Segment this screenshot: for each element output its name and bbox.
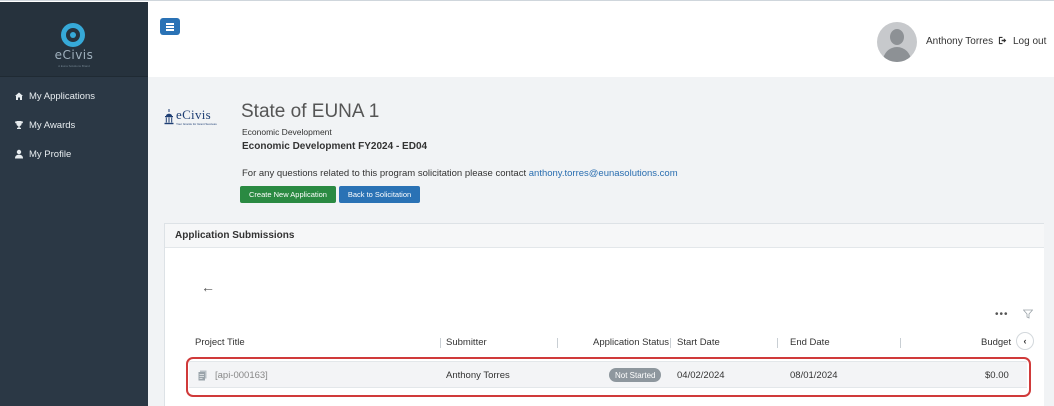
- sidebar-item-label: My Applications: [29, 90, 96, 102]
- more-options-icon[interactable]: •••: [995, 309, 1009, 320]
- logout-label: Log out: [1013, 36, 1047, 47]
- menu-toggle-button[interactable]: [160, 18, 180, 35]
- sidebar-item-my-applications[interactable]: My Applications: [14, 88, 95, 104]
- home-icon: [14, 91, 24, 101]
- contact-email-link[interactable]: anthony.torres@eunasolutions.com: [529, 168, 678, 179]
- column-divider[interactable]: [777, 338, 778, 348]
- trophy-icon: [14, 120, 24, 130]
- column-divider[interactable]: [670, 338, 671, 348]
- logout-icon: [998, 36, 1007, 47]
- app-logo-text: eCivis: [54, 48, 94, 62]
- ecivis-logo-icon: [61, 23, 85, 47]
- chevron-left-icon: ‹: [1023, 336, 1027, 346]
- application-submissions-panel: Application Submissions ← ••• Project Ti…: [164, 223, 1054, 406]
- logout-link[interactable]: Log out: [998, 36, 1046, 47]
- submitter-cell: Anthony Torres: [446, 370, 510, 381]
- filter-icon[interactable]: [1023, 309, 1033, 319]
- start-date-cell: 04/02/2024: [677, 370, 725, 381]
- org-logo-text: eCivis: [176, 107, 212, 122]
- column-divider[interactable]: [900, 338, 901, 348]
- avatar[interactable]: [877, 22, 917, 62]
- org-logo: eCivis Your Grants for Grant Success: [164, 107, 217, 131]
- app-logo-subtitle: A Euna Solutions Brand: [58, 64, 90, 68]
- column-header-project-title[interactable]: Project Title: [195, 337, 245, 348]
- org-logo-tagline: Your Grants for Grant Success: [176, 122, 217, 126]
- sidebar-item-my-awards[interactable]: My Awards: [14, 117, 75, 133]
- page-subtitle: Economic Development: [242, 127, 332, 137]
- back-to-solicitation-button[interactable]: Back to Solicitation: [339, 186, 420, 203]
- capitol-building-icon: [164, 109, 174, 125]
- column-header-end-date[interactable]: End Date: [790, 337, 830, 348]
- column-divider[interactable]: [557, 338, 558, 348]
- panel-title: Application Submissions: [175, 230, 295, 241]
- column-header-application-status[interactable]: Application Status: [593, 337, 669, 348]
- contact-text: For any questions related to this progra…: [242, 168, 529, 179]
- budget-cell: $0.00: [985, 370, 1009, 381]
- collapse-panel-button[interactable]: ‹: [1016, 332, 1034, 350]
- main-content: eCivis Your Grants for Grant Success Sta…: [148, 77, 1054, 406]
- page-edge: [1044, 77, 1054, 406]
- back-arrow-icon[interactable]: ←: [201, 279, 215, 295]
- page-title: State of EUNA 1: [241, 101, 380, 122]
- column-divider[interactable]: [440, 338, 441, 348]
- contact-line: For any questions related to this progra…: [242, 168, 678, 179]
- column-header-submitter[interactable]: Submitter: [446, 337, 487, 348]
- column-header-budget[interactable]: Budget: [981, 337, 1011, 348]
- user-name[interactable]: Anthony Torres: [926, 36, 993, 47]
- app-logo[interactable]: eCivis A Euna Solutions Brand: [0, 2, 148, 77]
- user-icon: [14, 149, 24, 159]
- sidebar-item-my-profile[interactable]: My Profile: [14, 146, 71, 162]
- project-title-cell[interactable]: [api-000163]: [215, 370, 268, 381]
- top-bar: Anthony Torres Log out: [148, 2, 1054, 77]
- create-new-application-button[interactable]: Create New Application: [240, 186, 336, 203]
- sidebar-item-label: My Profile: [29, 148, 72, 160]
- table-row[interactable]: [api-000163] Anthony Torres Not Started …: [189, 361, 1027, 388]
- program-name: Economic Development FY2024 - ED04: [242, 141, 428, 152]
- document-icon: [198, 370, 207, 381]
- app-frame: eCivis A Euna Solutions Brand My Applica…: [0, 0, 1054, 406]
- sidebar-item-label: My Awards: [29, 119, 76, 131]
- status-badge: Not Started: [609, 368, 662, 382]
- end-date-cell: 08/01/2024: [790, 370, 838, 381]
- sidebar: eCivis A Euna Solutions Brand My Applica…: [0, 2, 148, 406]
- column-header-start-date[interactable]: Start Date: [677, 337, 720, 348]
- panel-header: Application Submissions: [165, 224, 1054, 248]
